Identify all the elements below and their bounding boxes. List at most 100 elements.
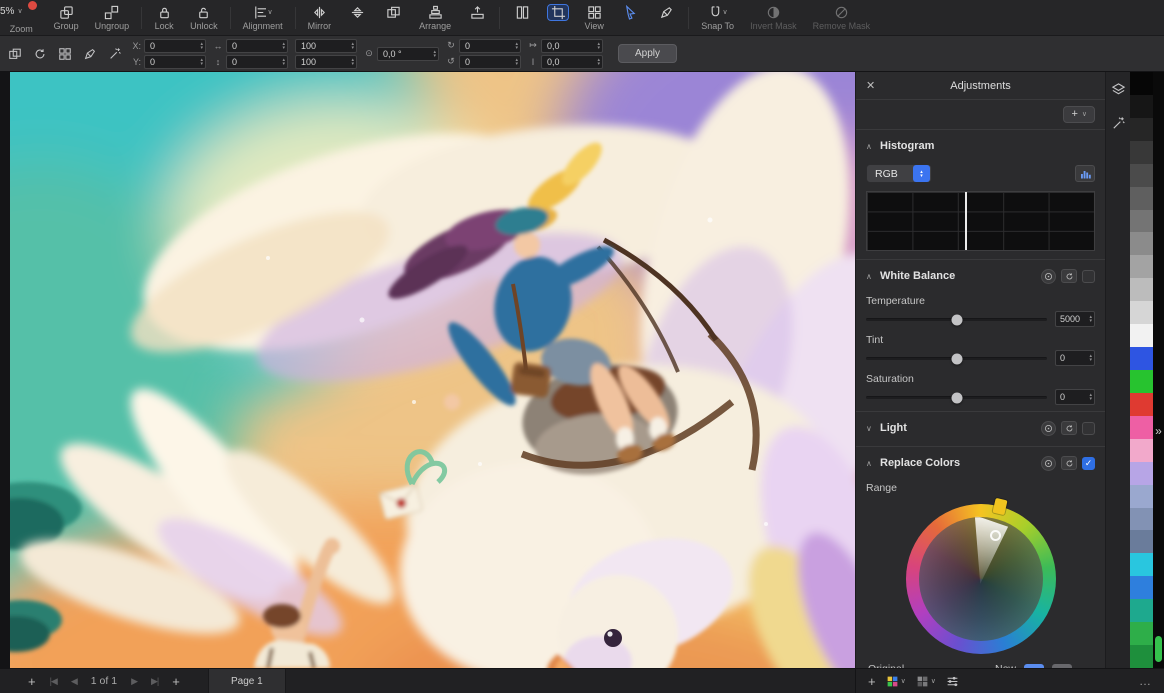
color-swatch[interactable] (1130, 416, 1153, 439)
close-icon[interactable]: ✕ (866, 79, 880, 92)
auto-adjust-button[interactable] (1041, 421, 1056, 436)
page-tab[interactable]: Page 1 (208, 669, 286, 693)
enable-checkbox[interactable]: ✓ (1082, 457, 1095, 470)
expand-panel-button[interactable]: » (1155, 424, 1162, 438)
color-wheel[interactable] (906, 504, 1056, 654)
grid-icon[interactable] (56, 45, 74, 63)
more-button[interactable]: … (1080, 662, 1093, 668)
unlock-button[interactable]: Unlock (183, 3, 225, 33)
stepper-icon[interactable]: ▴▾ (1089, 393, 1093, 401)
duplicate-icon[interactable] (6, 45, 24, 63)
temperature-slider[interactable] (866, 318, 1047, 321)
color-swatch[interactable] (1130, 622, 1153, 645)
histogram-section-header[interactable]: ∧ Histogram (856, 134, 1105, 158)
reset-button[interactable] (1061, 269, 1077, 283)
crop-button[interactable] (541, 3, 575, 33)
temperature-input[interactable]: 5000▴▾ (1055, 311, 1095, 327)
tint-input[interactable]: 0▴▾ (1055, 350, 1095, 366)
slider-thumb[interactable] (951, 314, 962, 325)
adjustments-wand-icon[interactable] (1111, 116, 1126, 136)
enable-checkbox[interactable] (1082, 422, 1095, 435)
original-color-swatch[interactable] (1052, 664, 1072, 668)
saturation-slider[interactable] (866, 396, 1047, 399)
window-close-button[interactable] (28, 1, 37, 10)
arrange-button[interactable]: Arrange (412, 3, 458, 33)
color-swatch[interactable] (1130, 210, 1153, 233)
last-page-icon[interactable]: ▶| (151, 676, 158, 687)
slider-thumb[interactable] (951, 353, 962, 364)
add-page-button[interactable]: + (28, 675, 36, 688)
stepper-icon[interactable]: ▴▾ (433, 50, 437, 58)
color-swatch[interactable] (1130, 255, 1153, 278)
document-canvas[interactable] (10, 72, 855, 668)
color-swatch[interactable] (1130, 645, 1153, 668)
swatch-scrollbar-thumb[interactable] (1155, 636, 1162, 662)
bring-forward-button[interactable] (460, 3, 494, 33)
apply-button[interactable]: Apply (618, 44, 677, 63)
alignment-button[interactable]: ∨ Alignment (236, 3, 290, 33)
first-page-icon[interactable]: |◀ (50, 676, 57, 687)
add-swatch-button[interactable]: + (868, 675, 876, 688)
zoom-control[interactable]: 5% ∨ Zoom (0, 0, 45, 36)
tint-slider[interactable] (866, 357, 1047, 360)
edit-points-icon[interactable] (106, 45, 124, 63)
pointer-tool-button[interactable] (613, 3, 647, 33)
skew-vertical-input[interactable]: 0,0▴▾ (541, 55, 603, 69)
color-swatch[interactable] (1130, 462, 1153, 485)
swatch-set-dropdown[interactable]: ∨ (886, 675, 906, 688)
mirror-vertical-button[interactable] (340, 3, 374, 33)
swatch-view-dropdown[interactable]: ∨ (916, 675, 936, 688)
stepper-icon[interactable]: ▴▾ (282, 42, 286, 50)
color-swatch[interactable] (1130, 576, 1153, 599)
width-input[interactable]: 0▴▾ (226, 39, 288, 53)
color-swatch[interactable] (1130, 530, 1153, 553)
stepper-icon[interactable]: ▴▾ (282, 58, 286, 66)
color-swatch[interactable] (1130, 301, 1153, 324)
color-swatch[interactable] (1130, 508, 1153, 531)
color-swatch[interactable] (1130, 95, 1153, 118)
rotate-icon[interactable] (31, 45, 49, 63)
color-swatch[interactable] (1130, 141, 1153, 164)
stepper-icon[interactable]: ▴▾ (351, 58, 355, 66)
y-input[interactable]: 0▴▾ (144, 55, 206, 69)
color-swatch[interactable] (1130, 439, 1153, 462)
add-page-button[interactable]: + (172, 675, 180, 688)
stepper-icon[interactable]: ▴▾ (200, 42, 204, 50)
color-swatch[interactable] (1130, 370, 1153, 393)
lock-button[interactable]: Lock (147, 3, 181, 33)
reset-button[interactable] (1061, 456, 1077, 470)
stepper-icon[interactable]: ▴▾ (515, 58, 519, 66)
white-balance-section-header[interactable]: ∧ White Balance (856, 264, 1105, 288)
remove-mask-button[interactable]: Remove Mask (806, 3, 878, 33)
next-page-icon[interactable]: ▶ (131, 676, 137, 687)
color-swatch[interactable] (1130, 72, 1153, 95)
color-swatch[interactable] (1130, 485, 1153, 508)
channel-select[interactable]: RGB ▴▾ (866, 164, 932, 183)
color-swatch[interactable] (1130, 187, 1153, 210)
rotate-y-input[interactable]: 0▴▾ (459, 55, 521, 69)
mirror-horizontal-button[interactable]: Mirror (301, 3, 339, 33)
layers-icon[interactable] (1111, 82, 1126, 102)
color-swatch[interactable] (1130, 393, 1153, 416)
enable-checkbox[interactable] (1082, 270, 1095, 283)
rotate-x-input[interactable]: 0▴▾ (459, 39, 521, 53)
duplicate-button[interactable] (376, 3, 410, 33)
slider-thumb[interactable] (951, 392, 962, 403)
skew-horizontal-input[interactable]: 0,0▴▾ (541, 39, 603, 53)
light-section-header[interactable]: ∨ Light (856, 416, 1105, 440)
angle-input[interactable]: 0,0 °▴▾ (377, 47, 439, 61)
reset-button[interactable] (1061, 421, 1077, 435)
pen-icon[interactable] (81, 45, 99, 63)
more-button[interactable]: … (1139, 674, 1152, 688)
color-swatch[interactable] (1130, 164, 1153, 187)
color-swatch[interactable] (1130, 553, 1153, 576)
stepper-icon[interactable]: ▴▾ (351, 42, 355, 50)
columns-button[interactable] (505, 3, 539, 33)
stepper-icon[interactable]: ▴▾ (200, 58, 204, 66)
auto-adjust-button[interactable] (1041, 456, 1056, 471)
stepper-icon[interactable]: ▴▾ (1089, 354, 1093, 362)
snap-to-button[interactable]: ∨ Snap To (694, 3, 741, 33)
ungroup-button[interactable]: Ungroup (88, 3, 137, 33)
stepper-icon[interactable]: ▴▾ (597, 58, 601, 66)
color-swatch[interactable] (1130, 347, 1153, 370)
